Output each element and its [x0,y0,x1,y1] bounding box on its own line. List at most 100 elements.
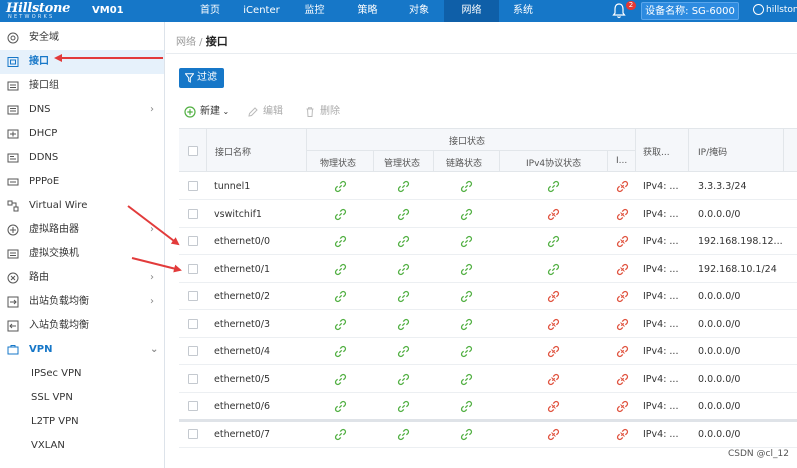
sidebar-subitem[interactable]: IPSec VPN [0,362,164,386]
table-row[interactable]: ethernet0/4 IPv4: ... 0.0.0.0/0 [179,338,797,365]
filter-button[interactable]: 过滤 [179,68,224,88]
dns-icon [7,104,19,116]
link-up-icon [397,400,410,413]
link-up-icon [397,263,410,276]
inbound-lb-icon [7,320,19,332]
header-extra[interactable]: I... [616,156,627,166]
header-admin-status[interactable]: 管理状态 [384,156,420,169]
row-checkbox[interactable] [188,291,198,301]
link-up-icon [334,208,347,221]
hillstone-logo[interactable]: Hillstone NETWORKS [6,0,86,22]
ddns-icon [7,152,19,164]
link-up-icon [460,400,473,413]
get-method-cell: IPv4: ... [643,428,679,440]
link-up-icon [397,235,410,248]
pppoe-icon [7,176,19,188]
link-down-icon [616,400,629,413]
column-divider [206,129,207,172]
interface-name-cell[interactable]: ethernet0/2 [214,283,270,310]
table-row[interactable]: ethernet0/5 IPv4: ... 0.0.0.0/0 [179,366,797,393]
device-name-button[interactable]: 设备名称: SG-6000 [641,2,739,20]
interface-name-cell[interactable]: ethernet0/3 [214,311,270,338]
sidebar-subitem[interactable]: VXLAN [0,434,164,458]
breadcrumb-parent[interactable]: 网络 [176,37,196,48]
link-down-icon [616,290,629,303]
row-checkbox[interactable] [188,208,198,219]
add-circle-icon [184,106,196,118]
table-row[interactable]: ethernet0/6 IPv4: ... 0.0.0.0/0 [179,393,797,420]
nav-tab[interactable]: 网络 [444,0,499,22]
interface-name-cell[interactable]: tunnel1 [214,173,250,200]
row-checkbox[interactable] [188,373,198,384]
sidebar-item[interactable]: 虚拟路由器 › [0,218,164,242]
sidebar-item[interactable]: Virtual Wire [0,194,164,218]
sidebar-subitem[interactable]: SSL VPN [0,386,164,410]
nav-tab[interactable]: 首页 [185,0,235,22]
sidebar-item[interactable]: 接口组 [0,74,164,98]
header-interface-name[interactable]: 接口名称 [215,145,251,158]
sidebar-item[interactable]: 入站负载均衡 [0,314,164,338]
header-ipv4-status[interactable]: IPv4协议状态 [526,156,581,169]
header-get-method[interactable]: 获取... [643,145,670,158]
nav-tab[interactable]: 监控 [288,0,341,22]
table-row[interactable]: ethernet0/3 IPv4: ... 0.0.0.0/0 [179,311,797,338]
sidebar-item[interactable]: 路由 › [0,266,164,290]
chevron-right-icon: › [150,272,154,283]
interface-name-cell[interactable]: ethernet0/1 [214,256,270,283]
select-all-checkbox[interactable] [188,146,198,156]
sidebar-item[interactable]: 虚拟交换机 [0,242,164,266]
sidebar-item[interactable]: VPN ⌄ [0,338,164,362]
outbound-lb-icon [7,296,19,308]
ip-mask-cell: 0.0.0.0/0 [698,291,741,302]
interface-name-cell[interactable]: ethernet0/5 [214,366,270,393]
table-row[interactable]: tunnel1 IPv4: ... 3.3.3.3/24 [179,173,797,200]
nav-tab[interactable]: iCenter [235,0,288,22]
nav-tab[interactable]: 对象 [394,0,444,22]
link-up-icon [460,208,473,221]
filter-label: 过滤 [197,72,217,83]
nav-tab[interactable]: 策略 [341,0,394,22]
sidebar-subitem[interactable]: L2TP VPN [0,410,164,434]
row-checkbox[interactable] [188,428,198,439]
sidebar-item[interactable]: 安全域 [0,26,164,50]
row-checkbox[interactable] [188,236,198,246]
sidebar-item[interactable]: DDNS [0,146,164,170]
bell-icon[interactable] [612,2,626,20]
ip-mask-cell: 0.0.0.0/0 [698,401,741,412]
interface-name-cell[interactable]: ethernet0/4 [214,338,270,365]
table-row[interactable]: ethernet0/2 IPv4: ... 0.0.0.0/0 [179,283,797,310]
nav-tab[interactable]: 系统 [499,0,547,22]
interface-name-cell[interactable]: ethernet0/0 [214,228,270,255]
header-physical-status[interactable]: 物理状态 [320,156,356,169]
row-checkbox[interactable] [188,346,198,356]
row-checkbox[interactable] [188,263,198,274]
table-row[interactable]: ethernet0/0 IPv4: ... 192.168.198.12... [179,228,797,255]
row-checkbox[interactable] [188,318,198,329]
sidebar: 安全域接口接口组 DNS › DHCP DDNS PPPoE Virtual Wire 虚拟路… [0,22,165,468]
sidebar-item[interactable]: PPPoE [0,170,164,194]
interface-name-cell[interactable]: vswitchif1 [214,201,262,228]
interface-name-cell[interactable]: ethernet0/6 [214,393,270,420]
table-row[interactable]: ethernet0/7 IPv4: ... 0.0.0.0/0 [179,421,797,448]
sidebar-item-label: 接口 [29,56,49,67]
row-checkbox[interactable] [188,401,198,411]
interface-name-cell[interactable]: ethernet0/7 [214,421,270,448]
table-row[interactable]: ethernet0/1 IPv4: ... 192.168.10.1/24 [179,256,797,283]
header-link-status[interactable]: 链路状态 [446,156,482,169]
sidebar-item[interactable]: 接口 [0,50,164,74]
sidebar-item[interactable]: 出站负载均衡 › [0,290,164,314]
ip-mask-cell: 192.168.198.12... [698,236,783,247]
ip-mask-cell: 0.0.0.0/0 [698,346,741,357]
column-divider [373,150,374,172]
user-menu[interactable]: hillstone [753,4,797,15]
dhcp-icon [7,128,19,140]
sidebar-item[interactable]: DHCP [0,122,164,146]
sidebar-item[interactable]: DNS › [0,98,164,122]
link-down-icon [547,373,560,386]
sidebar-item-label: 出站负载均衡 [29,296,89,307]
row-checkbox[interactable] [188,181,198,191]
link-down-icon [547,400,560,413]
table-row[interactable]: vswitchif1 IPv4: ... 0.0.0.0/0 [179,201,797,228]
get-method-cell: IPv4: ... [643,291,679,302]
header-ip-mask[interactable]: IP/掩码 [698,145,727,158]
